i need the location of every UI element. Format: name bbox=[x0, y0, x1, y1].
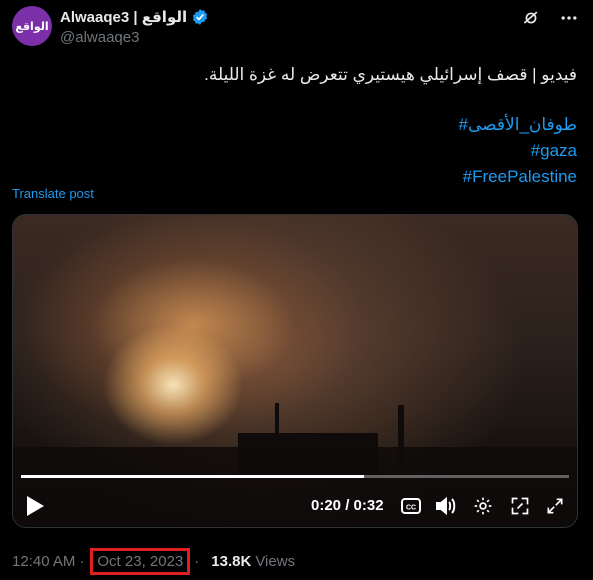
video-progress-bar[interactable] bbox=[21, 475, 569, 478]
volume-icon[interactable] bbox=[435, 495, 457, 517]
hashtag-link[interactable]: #gaza bbox=[459, 138, 577, 164]
meta-separator: · bbox=[194, 553, 200, 570]
hashtag-link[interactable]: #FreePalestine bbox=[459, 164, 577, 190]
avatar[interactable]: الواقع bbox=[12, 6, 52, 46]
video-time-display: 0:20 / 0:32 bbox=[311, 497, 384, 514]
author-name-row[interactable]: Alwaaqe3 | الواقع bbox=[60, 8, 209, 26]
svg-text:CC: CC bbox=[406, 505, 416, 512]
tweet-meta: 12:40 AM · Oct 23, 2023 · 13.8K Views bbox=[12, 548, 295, 575]
tweet-date[interactable]: Oct 23, 2023 bbox=[90, 548, 191, 575]
verified-badge-icon bbox=[193, 9, 208, 25]
display-name[interactable]: Alwaaqe3 | الواقع bbox=[60, 8, 187, 26]
fullscreen-icon[interactable] bbox=[544, 495, 566, 517]
hashtag-list: #طوفان_الأقصى #gaza #FreePalestine bbox=[459, 112, 577, 190]
video-player[interactable]: 0:20 / 0:32 CC bbox=[12, 214, 578, 528]
avatar-text: الواقع bbox=[15, 20, 49, 33]
tweet-time[interactable]: 12:40 AM bbox=[12, 553, 75, 570]
video-silhouette bbox=[398, 405, 404, 465]
tweet-text: فيديو | قصف إسرائيلي هيستيري تتعرض له غز… bbox=[204, 65, 577, 84]
views-count[interactable]: 13.8K bbox=[211, 553, 251, 570]
translate-post-link[interactable]: Translate post bbox=[12, 186, 94, 201]
more-options-icon[interactable] bbox=[559, 8, 579, 28]
hashtag-link[interactable]: #طوفان_الأقصى bbox=[459, 112, 577, 138]
meta-separator: · bbox=[79, 553, 85, 570]
settings-gear-icon[interactable] bbox=[472, 495, 494, 517]
views-label: Views bbox=[255, 553, 296, 570]
author-handle[interactable]: @alwaaqe3 bbox=[60, 29, 139, 46]
video-progress-fill bbox=[21, 475, 364, 478]
play-icon[interactable] bbox=[25, 495, 45, 517]
video-controls: 0:20 / 0:32 CC bbox=[13, 487, 577, 527]
picture-in-picture-icon[interactable] bbox=[509, 495, 531, 517]
captions-icon[interactable]: CC bbox=[400, 495, 422, 517]
grok-icon[interactable] bbox=[521, 8, 541, 28]
video-silhouette bbox=[275, 403, 279, 439]
